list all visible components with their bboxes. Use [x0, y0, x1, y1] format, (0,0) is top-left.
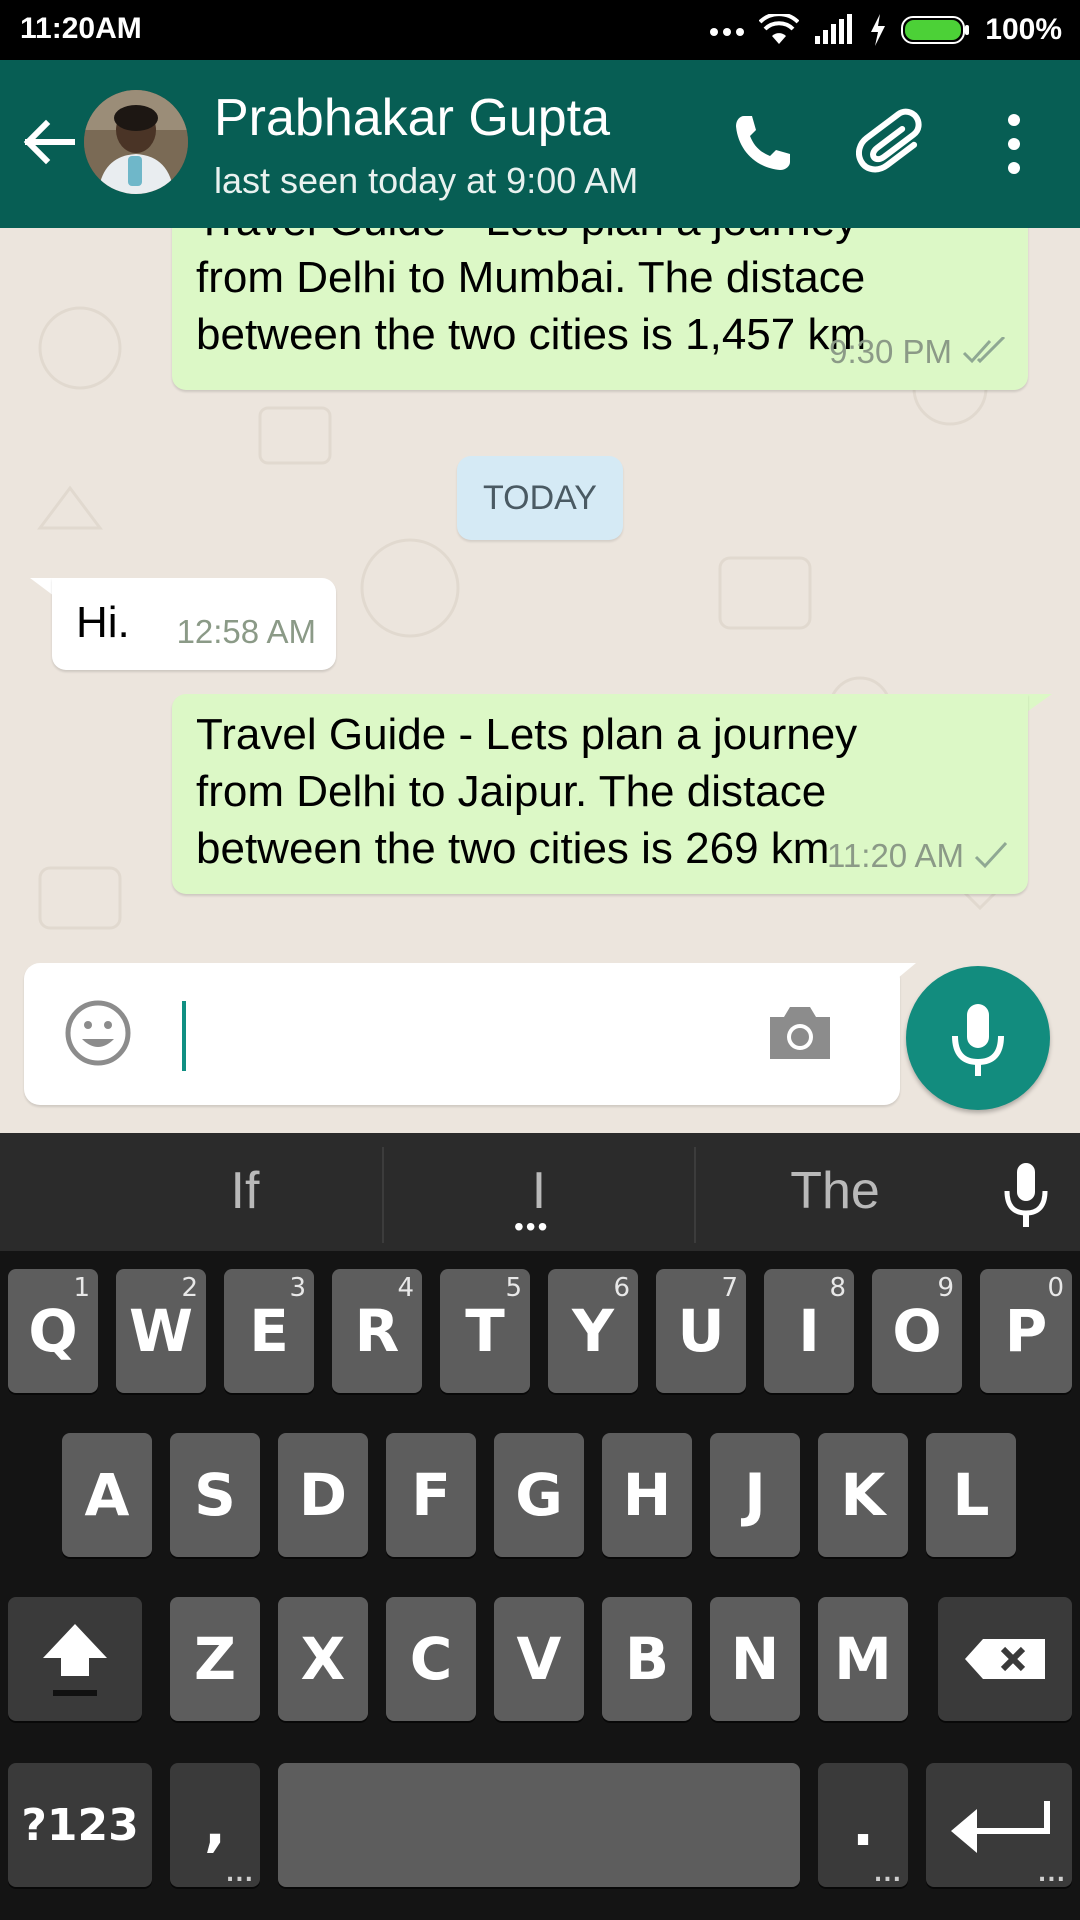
voice-input-icon[interactable]: [996, 1161, 1056, 1231]
key-v[interactable]: V: [494, 1597, 584, 1721]
shift-key[interactable]: [8, 1597, 142, 1721]
key-d[interactable]: D: [278, 1433, 368, 1557]
camera-icon[interactable]: [766, 1001, 834, 1063]
last-seen-status: last seen today at 9:00 AM: [214, 160, 639, 201]
suggestion-divider: [694, 1147, 696, 1243]
more-dots-icon: [710, 28, 745, 36]
key-l[interactable]: L: [926, 1433, 1016, 1557]
wifi-icon: [759, 14, 800, 44]
back-arrow-icon[interactable]: [18, 112, 78, 172]
battery-icon: [901, 16, 970, 44]
message-composer[interactable]: [24, 963, 900, 1105]
soft-keyboard: If I ••• The Q1 W2 E3 R4 T5 Y6 U7 I8 O9 …: [0, 1133, 1080, 1920]
key-y[interactable]: Y6: [548, 1269, 638, 1393]
enter-icon: [951, 1801, 1050, 1853]
chat-header: Prabhakar Gupta last seen today at 9:00 …: [0, 60, 1080, 228]
key-t[interactable]: T5: [440, 1269, 530, 1393]
text-cursor: [182, 1001, 186, 1071]
shift-icon: [43, 1624, 107, 1696]
phone-icon[interactable]: [724, 106, 800, 182]
key-o[interactable]: O9: [872, 1269, 962, 1393]
message-meta: 12:58 AM: [177, 603, 316, 660]
contact-avatar[interactable]: [84, 90, 188, 194]
period-key[interactable]: ....: [818, 1763, 908, 1887]
suggestion-divider: [382, 1147, 384, 1243]
message-bubble-outgoing[interactable]: Travel Guide - Lets plan a journey from …: [172, 694, 1028, 894]
message-time: 12:58 AM: [176, 613, 316, 650]
suggestion-strip: If I ••• The: [0, 1133, 1080, 1251]
message-time: 11:20 AM: [827, 837, 964, 874]
key-p[interactable]: P0: [980, 1269, 1072, 1393]
battery-percent: 100%: [985, 13, 1062, 46]
suggestion-right[interactable]: The: [770, 1161, 900, 1221]
key-u[interactable]: U7: [656, 1269, 746, 1393]
double-tick-icon: [962, 336, 1006, 363]
key-h[interactable]: H: [602, 1433, 692, 1557]
spacebar[interactable]: [278, 1763, 800, 1887]
key-i[interactable]: I8: [764, 1269, 854, 1393]
backspace-icon: [965, 1639, 1045, 1679]
voice-record-button[interactable]: [906, 966, 1050, 1110]
date-divider: TODAY: [457, 456, 623, 540]
message-meta: 9:30 PM: [829, 323, 1008, 380]
key-z[interactable]: Z: [170, 1597, 260, 1721]
key-e[interactable]: E3: [224, 1269, 314, 1393]
comma-key[interactable]: ,...: [170, 1763, 260, 1887]
key-x[interactable]: X: [278, 1597, 368, 1721]
status-icons: 100%: [709, 8, 1062, 52]
status-bar: 11:20AM 100%: [0, 0, 1080, 60]
signal-icon: [815, 14, 853, 44]
message-bubble-incoming[interactable]: Hi. 12:58 AM: [52, 578, 336, 670]
enter-key[interactable]: ...: [926, 1763, 1072, 1887]
emoji-icon[interactable]: [62, 997, 134, 1069]
key-j[interactable]: J: [710, 1433, 800, 1557]
status-time: 11:20AM: [20, 12, 142, 45]
symbols-key[interactable]: ?123: [8, 1763, 152, 1887]
more-suggestions-icon[interactable]: •••: [514, 1211, 549, 1243]
charging-icon: [871, 14, 886, 46]
key-m[interactable]: M: [818, 1597, 908, 1721]
key-b[interactable]: B: [602, 1597, 692, 1721]
key-q[interactable]: Q1: [8, 1269, 98, 1393]
message-time: 9:30 PM: [829, 333, 952, 370]
key-r[interactable]: R4: [332, 1269, 422, 1393]
key-s[interactable]: S: [170, 1433, 260, 1557]
suggestion-left[interactable]: If: [180, 1161, 310, 1221]
microphone-icon: [952, 1004, 1004, 1076]
key-a[interactable]: A: [62, 1433, 152, 1557]
key-c[interactable]: C: [386, 1597, 476, 1721]
key-w[interactable]: W2: [116, 1269, 206, 1393]
key-n[interactable]: N: [710, 1597, 800, 1721]
key-g[interactable]: G: [494, 1433, 584, 1557]
backspace-key[interactable]: [938, 1597, 1072, 1721]
single-tick-icon: [974, 841, 1008, 868]
attachment-icon[interactable]: [856, 106, 932, 182]
chat-area[interactable]: Travel Guide - Lets plan a journey from …: [0, 228, 1080, 1133]
contact-name[interactable]: Prabhakar Gupta: [214, 88, 610, 148]
overflow-menu-icon[interactable]: [976, 106, 1052, 182]
key-f[interactable]: F: [386, 1433, 476, 1557]
message-bubble-outgoing[interactable]: Travel Guide - Lets plan a journey from …: [172, 228, 1028, 390]
message-meta: 11:20 AM: [827, 827, 1008, 884]
key-k[interactable]: K: [818, 1433, 908, 1557]
